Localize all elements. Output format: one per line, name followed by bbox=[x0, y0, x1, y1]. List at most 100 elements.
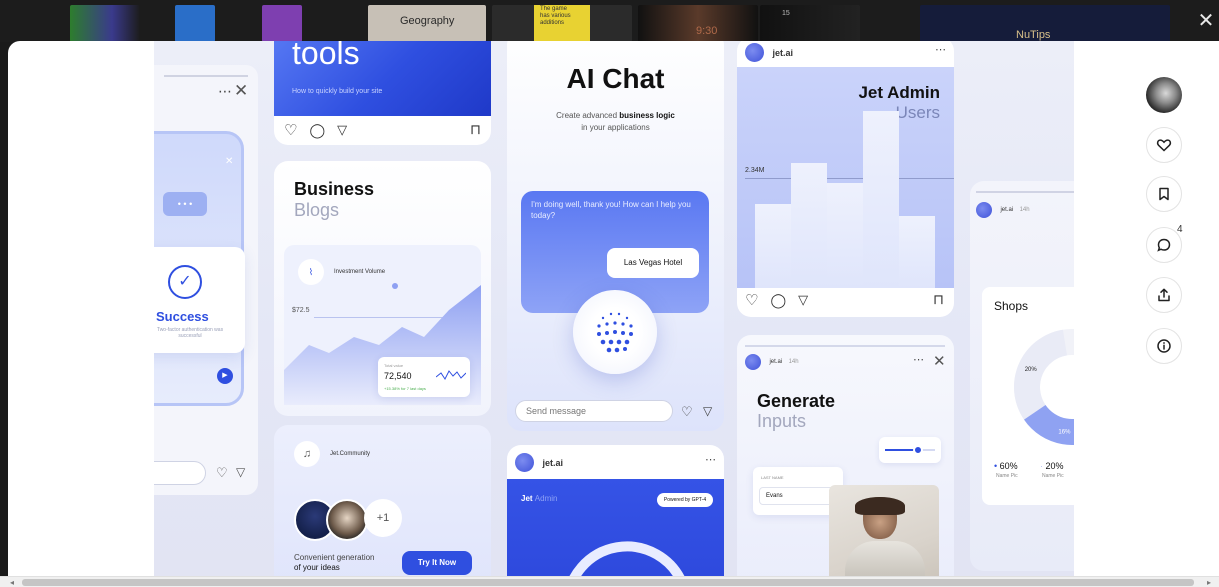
scrollbar-thumb[interactable] bbox=[22, 579, 1194, 586]
users-subtitle: Users bbox=[895, 103, 940, 122]
tools-title: tools bbox=[292, 41, 360, 71]
story-progress bbox=[976, 191, 1074, 193]
avatar-count: +1 bbox=[364, 499, 402, 537]
background-thumbnail[interactable]: The game has various additions bbox=[492, 5, 632, 42]
portrait-hair bbox=[855, 497, 905, 515]
background-thumbnail[interactable] bbox=[262, 5, 302, 42]
powered-by-pill: Powered by GPT-4 bbox=[657, 493, 713, 507]
users-title: Jet Admin bbox=[858, 83, 940, 102]
sparkline bbox=[436, 370, 466, 380]
brand-text: Jet bbox=[521, 494, 533, 503]
scroll-right-arrow-icon[interactable]: ▸ bbox=[1203, 577, 1215, 587]
thumbnail-label: Geography bbox=[400, 15, 455, 27]
send-icon: ▽ bbox=[236, 465, 246, 479]
comments-button[interactable]: 4 bbox=[1146, 224, 1183, 263]
slider-widget bbox=[879, 437, 941, 463]
background-thumbnail[interactable]: 15 bbox=[760, 5, 860, 42]
users-bar bbox=[863, 111, 899, 288]
jet-ai-avatar bbox=[745, 353, 761, 370]
community-label: Jet.Community bbox=[330, 451, 371, 457]
info-icon bbox=[1157, 339, 1171, 353]
background-thumbnail[interactable]: 9:30 bbox=[638, 5, 758, 42]
save-button[interactable] bbox=[1146, 176, 1182, 212]
field-label: LAST NAME bbox=[761, 475, 784, 480]
typing-indicator: • • • bbox=[163, 192, 207, 216]
background-thumbnail[interactable]: Geography bbox=[368, 5, 486, 42]
pin-viewer-modal: ⋯ ✕ • • • ✕ ▶ ✓ Success Two-factor authe… bbox=[8, 41, 1219, 576]
shops-title: Shops bbox=[994, 299, 1029, 313]
users-bar bbox=[791, 163, 827, 288]
card-header: jet.ai 14h bbox=[976, 201, 1030, 219]
post-time: 14h bbox=[788, 358, 799, 365]
chart-point bbox=[392, 283, 398, 289]
field-value: Evans bbox=[759, 487, 837, 505]
more-options-icon: ⋯ bbox=[705, 454, 717, 466]
send-icon: ▽ bbox=[798, 292, 809, 307]
metric-delta: +15.38% for 7 last days bbox=[384, 386, 426, 391]
portrait-shirt bbox=[845, 541, 925, 576]
post-time: 14h bbox=[1019, 206, 1030, 213]
like-button[interactable] bbox=[1146, 127, 1182, 163]
success-subtitle: Two-factor authentication was successful bbox=[156, 327, 224, 339]
jet-admin-users-card: jet.ai ⋯ Jet Admin Users 2.34M ♡ ◯ ▽ ⊓ bbox=[737, 41, 954, 317]
story-progress bbox=[164, 75, 248, 77]
legend-dot: • bbox=[994, 461, 998, 471]
card-header: jet.ai 14h bbox=[745, 353, 799, 371]
play-icon: ▶ bbox=[217, 368, 233, 384]
story-progress bbox=[745, 345, 945, 347]
handle: jet.ai bbox=[542, 457, 563, 468]
brand-muted-text: Admin bbox=[534, 494, 558, 503]
share-icon bbox=[1158, 288, 1170, 302]
scroll-left-arrow-icon[interactable]: ◂ bbox=[6, 577, 18, 587]
bookmark-icon bbox=[1159, 187, 1169, 201]
shops-donut-chart: 20%16%4% bbox=[1014, 329, 1074, 445]
creator-avatar[interactable] bbox=[1146, 77, 1182, 113]
metric-line bbox=[745, 178, 954, 179]
close-modal-button[interactable]: ✕ bbox=[1195, 10, 1217, 32]
legend-label: Name Pic bbox=[996, 473, 1018, 479]
send-icon: ▽ bbox=[337, 122, 348, 137]
phone-mockup-card: ⋯ ✕ • • • ✕ ▶ ✓ Success Two-factor authe… bbox=[154, 65, 258, 495]
thumbnail-label: NuTips bbox=[1016, 29, 1051, 41]
share-button[interactable] bbox=[1146, 277, 1182, 313]
card-header: jet.ai bbox=[515, 453, 563, 472]
legend-value: 20% bbox=[1045, 461, 1064, 471]
heart-icon: ♡ bbox=[216, 465, 228, 480]
send-icon: ▽ bbox=[703, 404, 713, 418]
avatar bbox=[326, 499, 368, 541]
donut-slice-label: 20% bbox=[1025, 367, 1038, 373]
investment-chart: ⌇ Investment Volume $72.5 Total value 72… bbox=[284, 245, 481, 405]
tools-banner: tools How to quickly build your site bbox=[274, 41, 491, 116]
tools-card: tools How to quickly build your site ♡ ◯… bbox=[274, 41, 491, 145]
info-button[interactable] bbox=[1146, 328, 1182, 364]
ai-orb bbox=[573, 290, 657, 374]
handle: jet.ai bbox=[769, 358, 783, 365]
background-thumbnail[interactable] bbox=[175, 5, 215, 42]
check-circle-icon: ✓ bbox=[168, 265, 202, 299]
subtitle-text: Create advanced bbox=[556, 111, 620, 120]
generate-inputs-card: jet.ai 14h ⋯ ✕ Generate Inputs LAST NAME… bbox=[737, 335, 954, 576]
heart-icon: ♡ bbox=[681, 404, 693, 419]
legend-label: Name Pic bbox=[1042, 473, 1064, 479]
thumbnail-label: 15 bbox=[782, 10, 790, 17]
legend-item: · 20% bbox=[1040, 461, 1064, 471]
bookmark-icon: ⊓ bbox=[933, 291, 944, 307]
users-metric: 2.34M bbox=[745, 167, 765, 174]
pin-image[interactable]: ⋯ ✕ • • • ✕ ▶ ✓ Success Two-factor authe… bbox=[154, 41, 1074, 576]
more-options-icon: ⋯ bbox=[935, 44, 947, 56]
more-options-icon: ⋯ bbox=[913, 354, 925, 366]
background-thumbnail[interactable] bbox=[70, 5, 140, 42]
donut-slice bbox=[1014, 329, 1067, 420]
metric-label: Total value bbox=[384, 363, 404, 368]
more-options-icon: ⋯ bbox=[218, 83, 233, 99]
comment-icon bbox=[1157, 238, 1171, 252]
ai-chat-subtitle: Create advanced business logic bbox=[507, 111, 724, 120]
background-page: Geography The game has various additions… bbox=[0, 0, 1219, 42]
generate-subtitle: Inputs bbox=[757, 411, 807, 431]
try-it-now-button: Try It Now bbox=[402, 551, 472, 575]
horizontal-scrollbar[interactable]: ◂ ▸ bbox=[0, 576, 1219, 587]
success-title: Success bbox=[156, 309, 209, 324]
ai-chat-title: AI Chat bbox=[566, 63, 665, 94]
metric-popup: Total value 72,540 +15.38% for 7 last da… bbox=[378, 357, 470, 397]
background-thumbnail[interactable]: NuTips bbox=[920, 5, 1170, 42]
